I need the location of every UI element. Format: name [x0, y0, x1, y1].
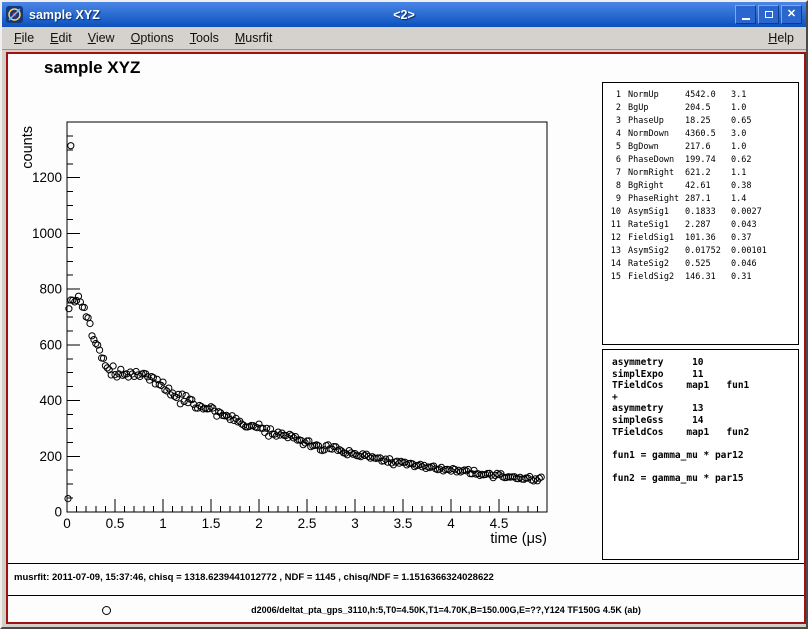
svg-text:4: 4 — [447, 516, 455, 531]
root-canvas[interactable]: sample XYZ 00.511.522.533.544.5020040060… — [6, 52, 806, 624]
param-row: 3PhaseUp18.250.65 — [603, 115, 798, 128]
menu-view[interactable]: View — [80, 29, 123, 47]
window-buttons: ✕ — [735, 5, 802, 24]
param-row: 15FieldSig2146.310.31 — [603, 271, 798, 284]
menu-left: FileEditViewOptionsToolsMusrfit — [6, 29, 280, 47]
svg-text:2: 2 — [255, 516, 263, 531]
menubar: FileEditViewOptionsToolsMusrfit Help — [2, 27, 806, 50]
svg-text:400: 400 — [39, 393, 62, 408]
fit-statistics-text: musrfit: 2011-07-09, 15:37:46, chisq = 1… — [14, 572, 494, 583]
app-icon[interactable] — [6, 6, 23, 23]
close-icon: ✕ — [787, 9, 796, 20]
menu-musrfit[interactable]: Musrfit — [227, 29, 281, 47]
menu-tools[interactable]: Tools — [182, 29, 227, 47]
param-row: 2BgUp204.51.0 — [603, 102, 798, 115]
menu-help[interactable]: Help — [760, 29, 802, 47]
svg-text:1: 1 — [159, 516, 167, 531]
svg-text:1.5: 1.5 — [202, 516, 221, 531]
close-button[interactable]: ✕ — [781, 5, 802, 24]
svg-text:3: 3 — [351, 516, 359, 531]
legend-run-title: d2006/deltat_pta_gps_3110,h:5,T0=4.50K,T… — [128, 605, 764, 615]
minimize-icon — [742, 18, 750, 20]
svg-text:time (μs): time (μs) — [490, 531, 547, 547]
menu-file[interactable]: File — [6, 29, 42, 47]
theory-box: asymmetry 10 simplExpo 11 TFieldCos map1… — [602, 349, 799, 560]
menu-options[interactable]: Options — [123, 29, 182, 47]
svg-text:800: 800 — [39, 282, 62, 297]
maximize-icon — [765, 11, 773, 18]
param-row: 6PhaseDown199.740.62 — [603, 154, 798, 167]
svg-text:1000: 1000 — [32, 226, 62, 241]
fit-parameters-box: 1NormUp4542.03.12BgUp204.51.03PhaseUp18.… — [602, 82, 799, 345]
param-row: 7NormRight621.21.1 — [603, 167, 798, 180]
window-center-title: <2> — [2, 8, 806, 22]
svg-text:0.5: 0.5 — [106, 516, 125, 531]
minimize-button[interactable] — [735, 5, 756, 24]
maximize-button[interactable] — [758, 5, 779, 24]
svg-text:3.5: 3.5 — [394, 516, 413, 531]
param-row: 1NormUp4542.03.1 — [603, 89, 798, 102]
svg-text:counts: counts — [20, 126, 36, 169]
param-row: 14RateSig20.5250.046 — [603, 258, 798, 271]
param-row: 11RateSig12.2870.043 — [603, 219, 798, 232]
param-row: 4NormDown4360.53.0 — [603, 128, 798, 141]
app-window: sample XYZ <2> ✕ FileEditViewOptionsTool… — [0, 0, 808, 629]
menu-edit[interactable]: Edit — [42, 29, 80, 47]
plot-svg: 0 0.5 1 1.5 2 2.5 3 3.5 4 4.5 0 200 400 600 800 1000 120… — [8, 54, 568, 574]
legend-marker-circle-icon — [102, 606, 111, 615]
svg-text:200: 200 — [39, 449, 62, 464]
window-title: sample XYZ — [29, 8, 100, 22]
svg-text:1200: 1200 — [32, 170, 62, 185]
svg-text:0: 0 — [63, 516, 71, 531]
svg-text:2.5: 2.5 — [298, 516, 317, 531]
param-row: 5BgDown217.61.0 — [603, 141, 798, 154]
stats-separator-line — [8, 563, 804, 564]
theory-text: asymmetry 10 simplExpo 11 TFieldCos map1… — [603, 350, 798, 485]
svg-text:4.5: 4.5 — [490, 516, 509, 531]
param-row: 13AsymSig20.017520.00101 — [603, 245, 798, 258]
svg-text:0: 0 — [54, 505, 62, 520]
param-row: 8BgRight42.610.38 — [603, 180, 798, 193]
param-row: 12FieldSig1101.360.37 — [603, 232, 798, 245]
param-row: 9PhaseRight287.11.4 — [603, 193, 798, 206]
svg-text:600: 600 — [39, 337, 62, 352]
legend-separator-line — [8, 595, 804, 596]
param-row: 10AsymSig10.18330.0027 — [603, 206, 798, 219]
titlebar[interactable]: sample XYZ <2> ✕ — [2, 2, 806, 28]
